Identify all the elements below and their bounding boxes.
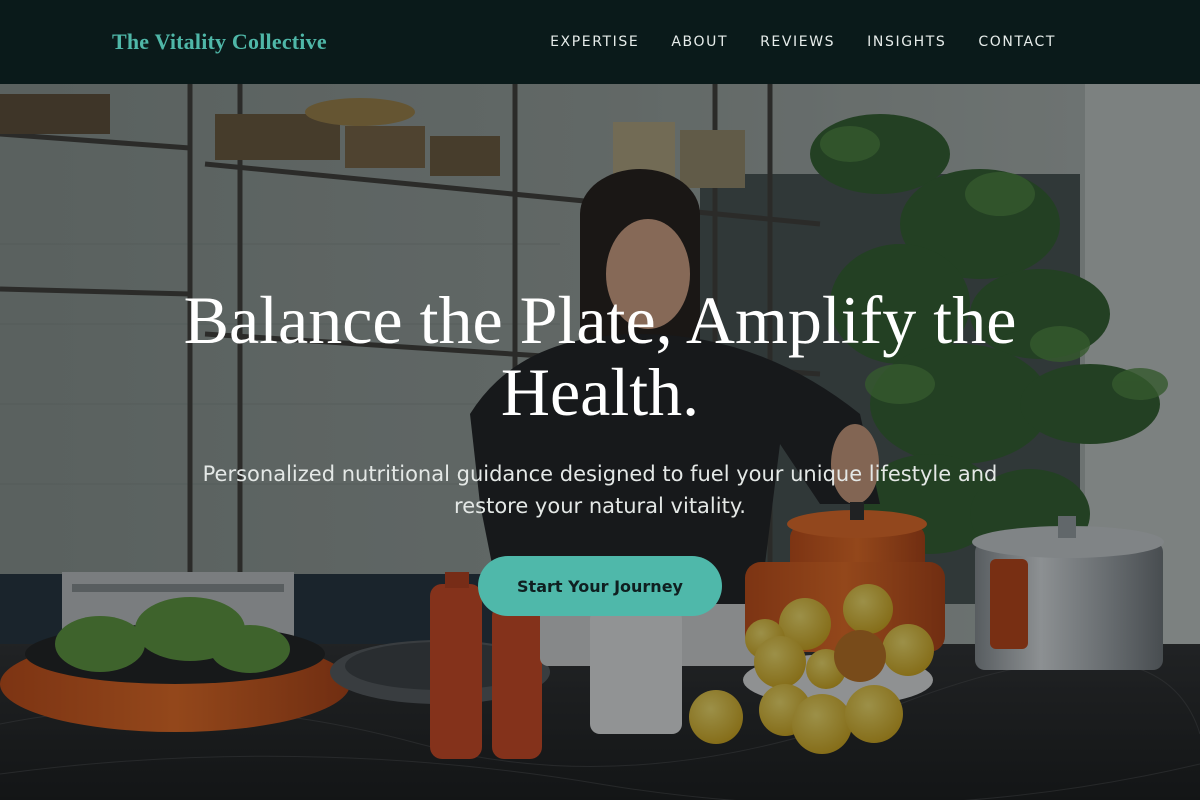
nav-link-contact[interactable]: CONTACT (978, 34, 1056, 50)
start-journey-button[interactable]: Start Your Journey (478, 556, 722, 616)
nav-link-reviews[interactable]: REVIEWS (760, 34, 835, 50)
hero-section: Balance the Plate, Amplify the Health. P… (0, 84, 1200, 800)
brand-logo[interactable]: The Vitality Collective (112, 29, 327, 55)
hero-title: Balance the Plate, Amplify the Health. (183, 282, 1017, 430)
nav-link-insights[interactable]: INSIGHTS (867, 34, 946, 50)
top-navbar: The Vitality Collective EXPERTISE ABOUT … (0, 0, 1200, 84)
hero-content: Balance the Plate, Amplify the Health. P… (0, 284, 1200, 616)
nav-link-expertise[interactable]: EXPERTISE (550, 34, 639, 50)
hero-subtitle: Personalized nutritional guidance design… (202, 462, 998, 518)
nav-link-about[interactable]: ABOUT (671, 34, 728, 50)
nav-links: EXPERTISE ABOUT REVIEWS INSIGHTS CONTACT (550, 34, 1056, 50)
